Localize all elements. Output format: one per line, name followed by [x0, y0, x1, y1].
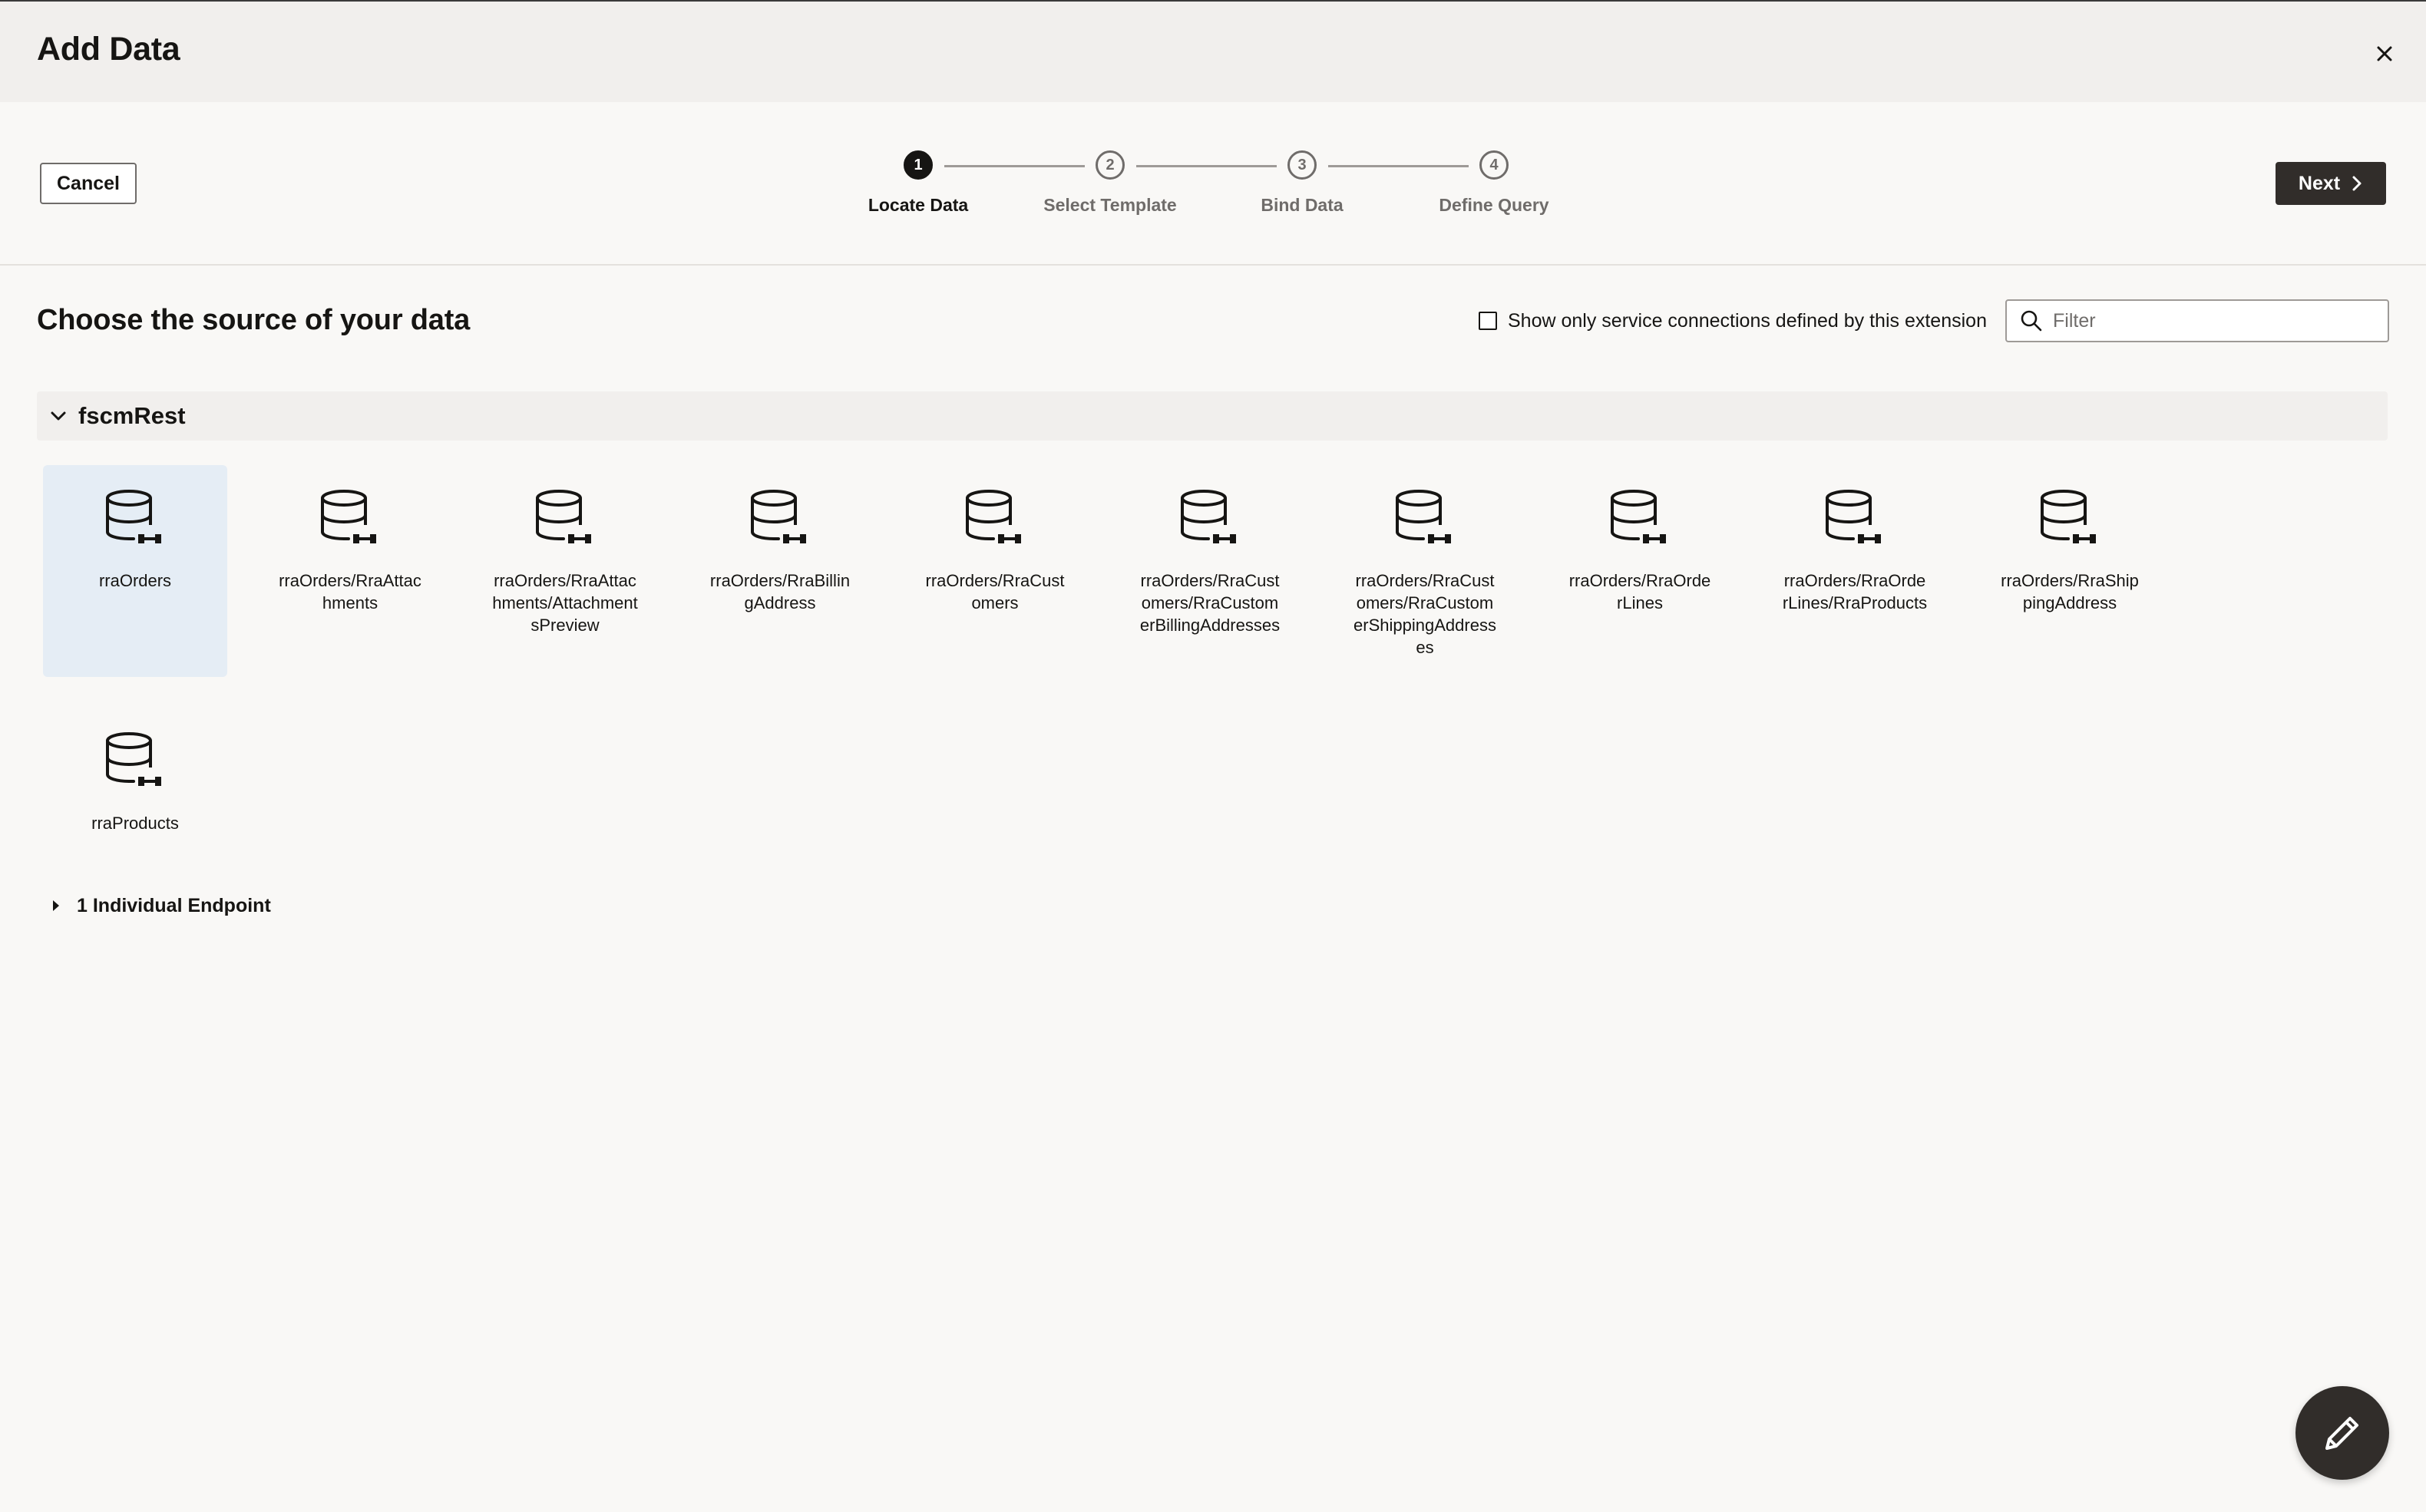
database-icon	[536, 490, 591, 543]
filter-input[interactable]	[2053, 309, 2388, 332]
step-number: 4	[1479, 150, 1509, 180]
cancel-button[interactable]: Cancel	[40, 163, 137, 204]
endpoint-label: rraOrders/RraOrderLines/RraProducts	[1782, 571, 1928, 612]
endpoint-label: rraOrders/RraAttachments/AttachmentsPrev…	[492, 571, 638, 635]
chevron-right-icon	[2352, 176, 2362, 191]
endpoint-tile[interactable]: rraProducts	[43, 708, 227, 919]
database-icon	[106, 732, 161, 786]
database-icon	[1611, 490, 1666, 543]
database-icon	[751, 490, 806, 543]
service-connections-filter[interactable]: Show only service connections defined by…	[1479, 307, 1987, 335]
database-icon	[106, 490, 161, 543]
step-select-template[interactable]: 2 Select Template	[1018, 150, 1202, 216]
next-button[interactable]: Next	[2276, 162, 2386, 205]
step-label: Select Template	[1043, 195, 1177, 215]
endpoint-tile[interactable]: rraOrders/RraOrderLines/RraProducts	[1763, 465, 1947, 677]
chevron-down-icon[interactable]	[34, 391, 83, 441]
individual-endpoint-label: 1 Individual Endpoint	[77, 894, 271, 916]
endpoint-tile[interactable]: rraOrders/RraOrderLines	[1548, 465, 1732, 677]
service-connections-label: Show only service connections defined by…	[1508, 309, 1987, 332]
step-label: Define Query	[1439, 195, 1549, 215]
endpoint-tile[interactable]: rraOrders/RraAttachments	[258, 465, 442, 677]
database-icon	[2041, 490, 2096, 543]
step-number: 3	[1287, 150, 1317, 180]
step-label: Locate Data	[868, 195, 969, 215]
endpoint-tile[interactable]: rraOrders/RraCustomers	[903, 465, 1087, 677]
endpoint-tile[interactable]: rraOrders/RraCustomers/RraCustomerBillin…	[1118, 465, 1302, 677]
endpoint-label: rraOrders/RraCustomers	[925, 571, 1065, 612]
step-bind-data[interactable]: 3 Bind Data	[1210, 150, 1394, 216]
endpoint-label: rraProducts	[91, 814, 179, 833]
search-icon	[2010, 299, 2053, 342]
service-connections-checkbox[interactable]	[1479, 312, 1497, 330]
filter-field[interactable]	[2005, 299, 2389, 342]
endpoint-label: rraOrders/RraCustomers/RraCustomerBillin…	[1139, 571, 1281, 635]
caret-right-icon	[53, 900, 59, 911]
close-icon	[2377, 46, 2392, 61]
endpoint-label: rraOrders/RraBillingAddress	[709, 571, 851, 612]
step-number: 1	[904, 150, 933, 180]
dialog-header: Add Data	[0, 2, 2426, 102]
section-heading: Choose the source of your data	[37, 304, 471, 336]
endpoint-tile[interactable]: rraOrders/RraBillingAddress	[688, 465, 872, 677]
pencil-icon	[2325, 1417, 2358, 1450]
dialog-title: Add Data	[37, 31, 180, 68]
endpoint-label: rraOrders/RraOrderLines	[1568, 571, 1711, 612]
endpoint-label: rraOrders/RraShippingAddress	[2001, 571, 2139, 612]
step-number: 2	[1096, 150, 1125, 180]
endpoint-tile[interactable]: rraOrders	[43, 465, 227, 677]
edit-fab-button[interactable]	[2295, 1386, 2389, 1480]
group-name: fscmRest	[78, 402, 186, 429]
database-icon	[966, 490, 1021, 543]
individual-endpoint-toggle[interactable]: 1 Individual Endpoint	[51, 890, 271, 921]
database-icon	[1826, 490, 1881, 543]
endpoint-label: rraOrders	[98, 571, 172, 590]
endpoint-label: rraOrders/RraAttachments	[279, 571, 421, 612]
step-locate-data[interactable]: 1 Locate Data	[826, 150, 1010, 216]
endpoint-tile[interactable]: rraOrders/RraAttachments/AttachmentsPrev…	[473, 465, 657, 677]
endpoint-tile[interactable]: rraOrders/RraShippingAddress	[1978, 465, 2162, 677]
close-button[interactable]	[2369, 38, 2400, 69]
database-icon	[321, 490, 376, 543]
database-icon	[1181, 490, 1236, 543]
step-label: Bind Data	[1261, 195, 1344, 215]
next-button-label: Next	[2298, 172, 2341, 194]
group-header-fscmrest[interactable]: fscmRest	[37, 391, 2388, 441]
database-icon	[1396, 490, 1451, 543]
endpoint-tile[interactable]: rraOrders/RraCustomers/RraCustomerShippi…	[1333, 465, 1517, 677]
step-define-query[interactable]: 4 Define Query	[1402, 150, 1586, 216]
endpoint-label: rraOrders/RraCustomers/RraCustomerShippi…	[1353, 571, 1496, 657]
